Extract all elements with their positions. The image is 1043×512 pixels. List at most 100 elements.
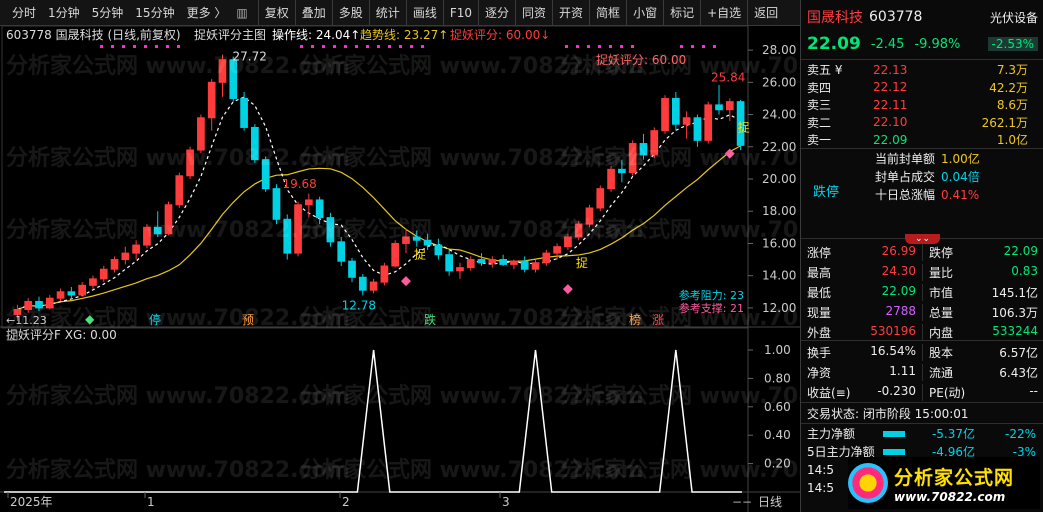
tool-button[interactable]: 标记 [663, 0, 700, 25]
candle-body[interactable] [380, 265, 389, 283]
ask-row[interactable]: 卖一 22.09 1.0亿 [801, 131, 1043, 148]
candle-body[interactable] [251, 126, 259, 161]
concept-name[interactable]: 光伏设备 [990, 9, 1043, 26]
candle-body[interactable] [607, 168, 615, 190]
ask-row[interactable]: 卖二 22.10 262.1万 [801, 114, 1043, 131]
candle-body[interactable] [45, 297, 54, 309]
tool-button[interactable]: 统计 [368, 0, 406, 25]
candle-body[interactable] [175, 175, 184, 206]
candle-body[interactable] [67, 291, 76, 296]
candle-body[interactable] [466, 259, 475, 269]
candle-body[interactable] [520, 260, 529, 270]
candle-body[interactable] [240, 97, 248, 128]
tool-button[interactable]: 画线 [405, 0, 443, 25]
candle-body[interactable] [618, 168, 626, 174]
candle-body[interactable] [272, 188, 281, 220]
candle-body[interactable] [650, 130, 659, 156]
candle-body[interactable] [99, 268, 108, 280]
candle-body[interactable] [423, 239, 432, 246]
candle-body[interactable] [456, 267, 464, 272]
candle-body[interactable] [56, 291, 65, 299]
ask-row[interactable]: 卖四 22.12 42.2万 [801, 79, 1043, 96]
candle-body[interactable] [715, 104, 723, 111]
candle-body[interactable] [553, 246, 561, 254]
tool-button[interactable]: 返回 [747, 0, 784, 25]
candle-body[interactable] [412, 236, 421, 241]
candle-body[interactable] [693, 117, 702, 141]
minus-icon[interactable]: −− [732, 495, 752, 509]
candle-body[interactable] [671, 97, 680, 125]
tool-button[interactable]: 叠加 [294, 0, 332, 25]
candle-body[interactable] [369, 281, 378, 291]
candle-body[interactable] [197, 117, 205, 151]
tool-button[interactable]: 开资 [552, 0, 589, 25]
candle-body[interactable] [704, 104, 713, 141]
tool-button[interactable]: 多股 [331, 0, 369, 25]
candle-body[interactable] [488, 259, 497, 264]
candle-body[interactable] [218, 59, 227, 83]
candle-body[interactable] [348, 260, 356, 278]
candle-toggle-icon[interactable]: ▥ [232, 0, 251, 25]
candle-body[interactable] [402, 236, 410, 244]
candle-body[interactable] [639, 143, 648, 156]
tool-button[interactable]: +自选 [700, 0, 747, 25]
period-tab[interactable]: 更多 〉 [181, 0, 233, 25]
candle-body[interactable] [110, 259, 119, 270]
candle-body[interactable] [477, 259, 486, 264]
tool-button[interactable]: F10 [442, 0, 478, 25]
signal-tag[interactable]: 预 [242, 313, 254, 327]
candle-body[interactable] [725, 101, 734, 111]
candle-body[interactable] [283, 218, 292, 254]
candle-body[interactable] [542, 252, 551, 264]
candle-body[interactable] [628, 143, 637, 174]
signal-tag[interactable]: 涨 [652, 312, 664, 327]
candle-body[interactable] [229, 59, 238, 99]
candle-body[interactable] [315, 199, 324, 219]
candle-body[interactable] [564, 236, 572, 248]
candle-body[interactable] [434, 244, 443, 256]
candle-body[interactable] [89, 278, 97, 286]
candle-body[interactable] [445, 254, 454, 272]
candle-body[interactable] [207, 81, 216, 119]
candle-body[interactable] [153, 226, 162, 235]
candle-body[interactable] [261, 159, 270, 190]
candle-body[interactable] [35, 300, 43, 309]
candle-body[interactable] [326, 217, 335, 243]
tool-button[interactable]: 小窗 [626, 0, 663, 25]
candle-body[interactable] [358, 276, 367, 291]
period-tab[interactable]: 1分钟 [42, 0, 86, 25]
candle-body[interactable] [132, 244, 140, 254]
tool-button[interactable]: 逐分 [478, 0, 515, 25]
period-tab[interactable]: 分时 [6, 0, 42, 25]
candle-body[interactable] [391, 242, 400, 267]
kline-chart[interactable]: 28.00 26.00 24.00 22.00 20.00 18.00 16.00 14.00… [0, 26, 800, 512]
collapse-handle[interactable]: ⌄⌄ [801, 230, 1043, 244]
candle-body[interactable] [164, 204, 173, 235]
candle-body[interactable] [337, 241, 346, 262]
tool-button[interactable]: 同资 [515, 0, 552, 25]
signal-tag[interactable]: 榜 [629, 312, 641, 327]
candle-body[interactable] [143, 226, 151, 246]
candle-body[interactable] [510, 260, 518, 265]
candle-body[interactable] [78, 284, 87, 296]
period-tab[interactable]: 5分钟 [86, 0, 130, 25]
signal-tag[interactable]: 跌 [424, 312, 436, 327]
candle-body[interactable] [304, 199, 313, 206]
period-label[interactable]: 日线 [758, 495, 782, 509]
period-tab[interactable]: 15分钟 [129, 0, 180, 25]
signal-tag[interactable]: 停 [149, 312, 161, 327]
candle-body[interactable] [574, 223, 583, 238]
candle-body[interactable] [585, 207, 594, 225]
candle-body[interactable] [121, 252, 130, 261]
tool-button[interactable]: 复权 [257, 0, 295, 25]
candle-body[interactable] [24, 300, 33, 311]
candle-body[interactable] [682, 117, 691, 125]
candle-body[interactable] [596, 188, 605, 209]
candle-body[interactable] [186, 149, 194, 177]
candle-body[interactable] [294, 204, 302, 254]
candle-body[interactable] [499, 259, 507, 265]
tool-button[interactable]: 简框 [589, 0, 626, 25]
ask-row[interactable]: 卖三 22.11 8.6万 [801, 96, 1043, 113]
ask-row[interactable]: 卖五 ¥ 22.13 7.3万 [801, 61, 1043, 78]
candle-body[interactable] [531, 262, 540, 270]
